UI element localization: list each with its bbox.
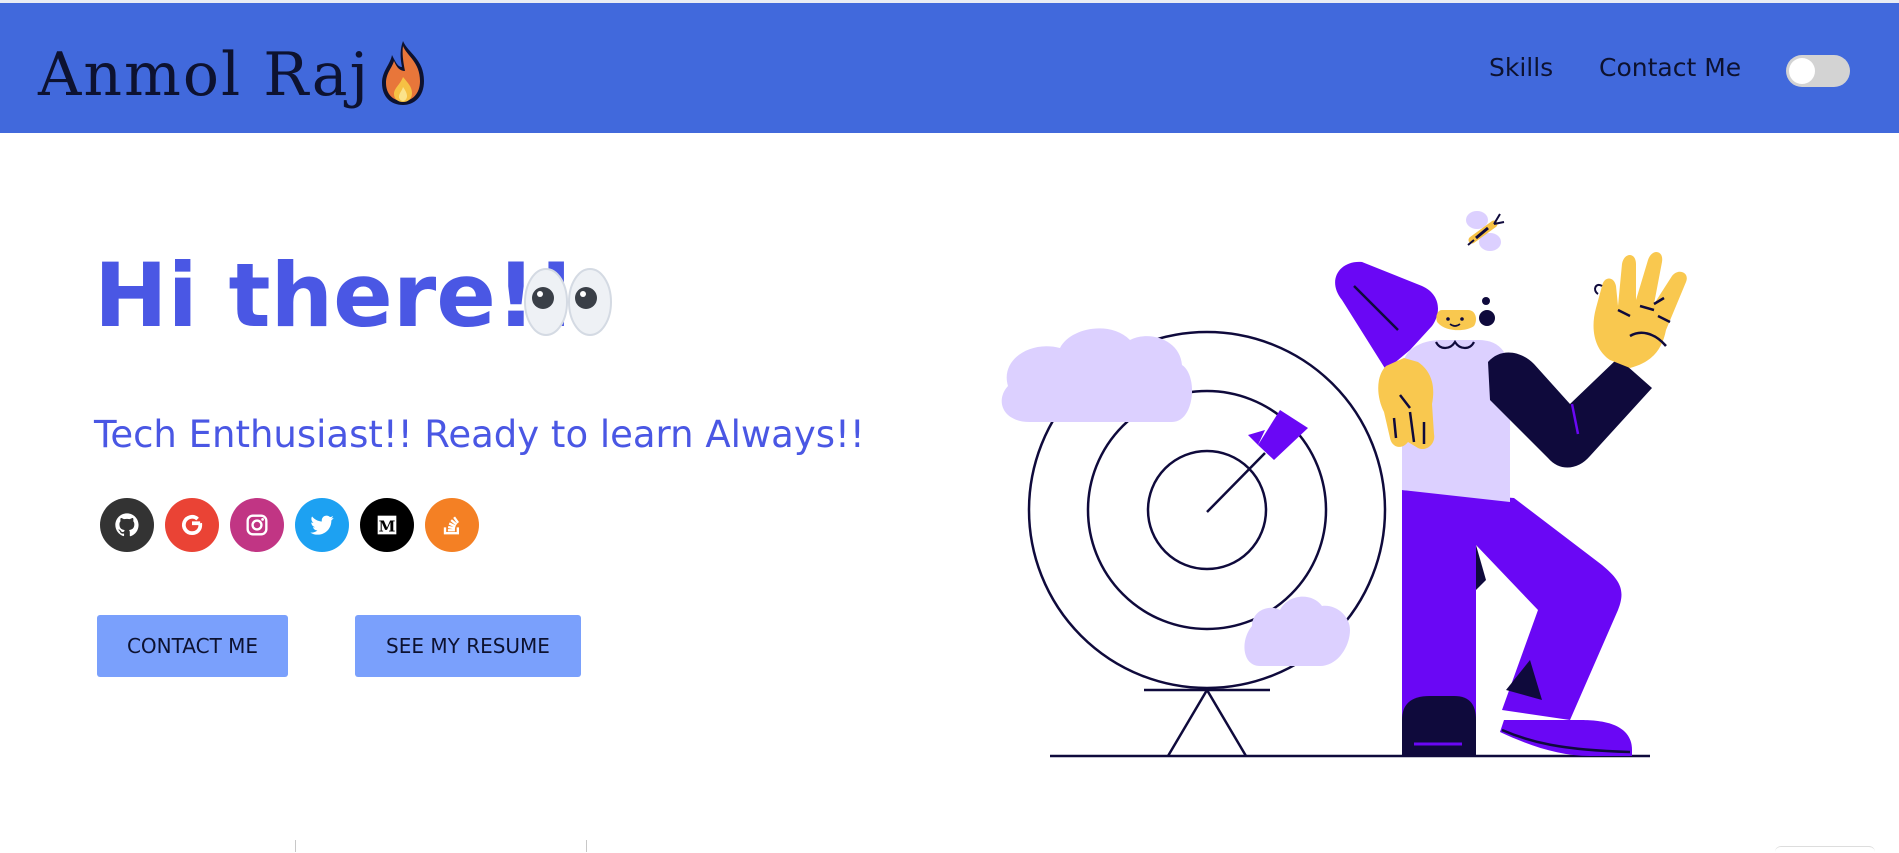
person-target-illustration (1001, 211, 1687, 758)
site-header: Anmol Raj Skills Contact Me (0, 3, 1899, 133)
medium-icon[interactable]: M (360, 498, 414, 552)
google-icon[interactable] (165, 498, 219, 552)
hero-title: Hi there!! (94, 244, 577, 347)
divider-right (586, 840, 587, 852)
logo-text: Anmol Raj (38, 40, 371, 110)
theme-toggle[interactable] (1786, 55, 1850, 87)
svg-text:M: M (379, 517, 396, 535)
toggle-knob (1789, 58, 1815, 84)
fire-icon (382, 41, 425, 105)
instagram-icon[interactable] (230, 498, 284, 552)
eyes-icon (524, 268, 612, 336)
logo[interactable]: Anmol Raj (38, 41, 432, 109)
contact-me-button[interactable]: CONTACT ME (97, 615, 288, 677)
social-links: M (100, 498, 490, 552)
stackoverflow-icon[interactable] (425, 498, 479, 552)
nav-skills[interactable]: Skills (1489, 53, 1553, 82)
divider-left (295, 840, 296, 852)
see-my-resume-button[interactable]: SEE MY RESUME (355, 615, 581, 677)
twitter-icon[interactable] (295, 498, 349, 552)
hero-subtitle: Tech Enthusiast!! Ready to learn Always!… (94, 413, 865, 456)
github-icon[interactable] (100, 498, 154, 552)
nav-contact-me[interactable]: Contact Me (1599, 53, 1741, 82)
